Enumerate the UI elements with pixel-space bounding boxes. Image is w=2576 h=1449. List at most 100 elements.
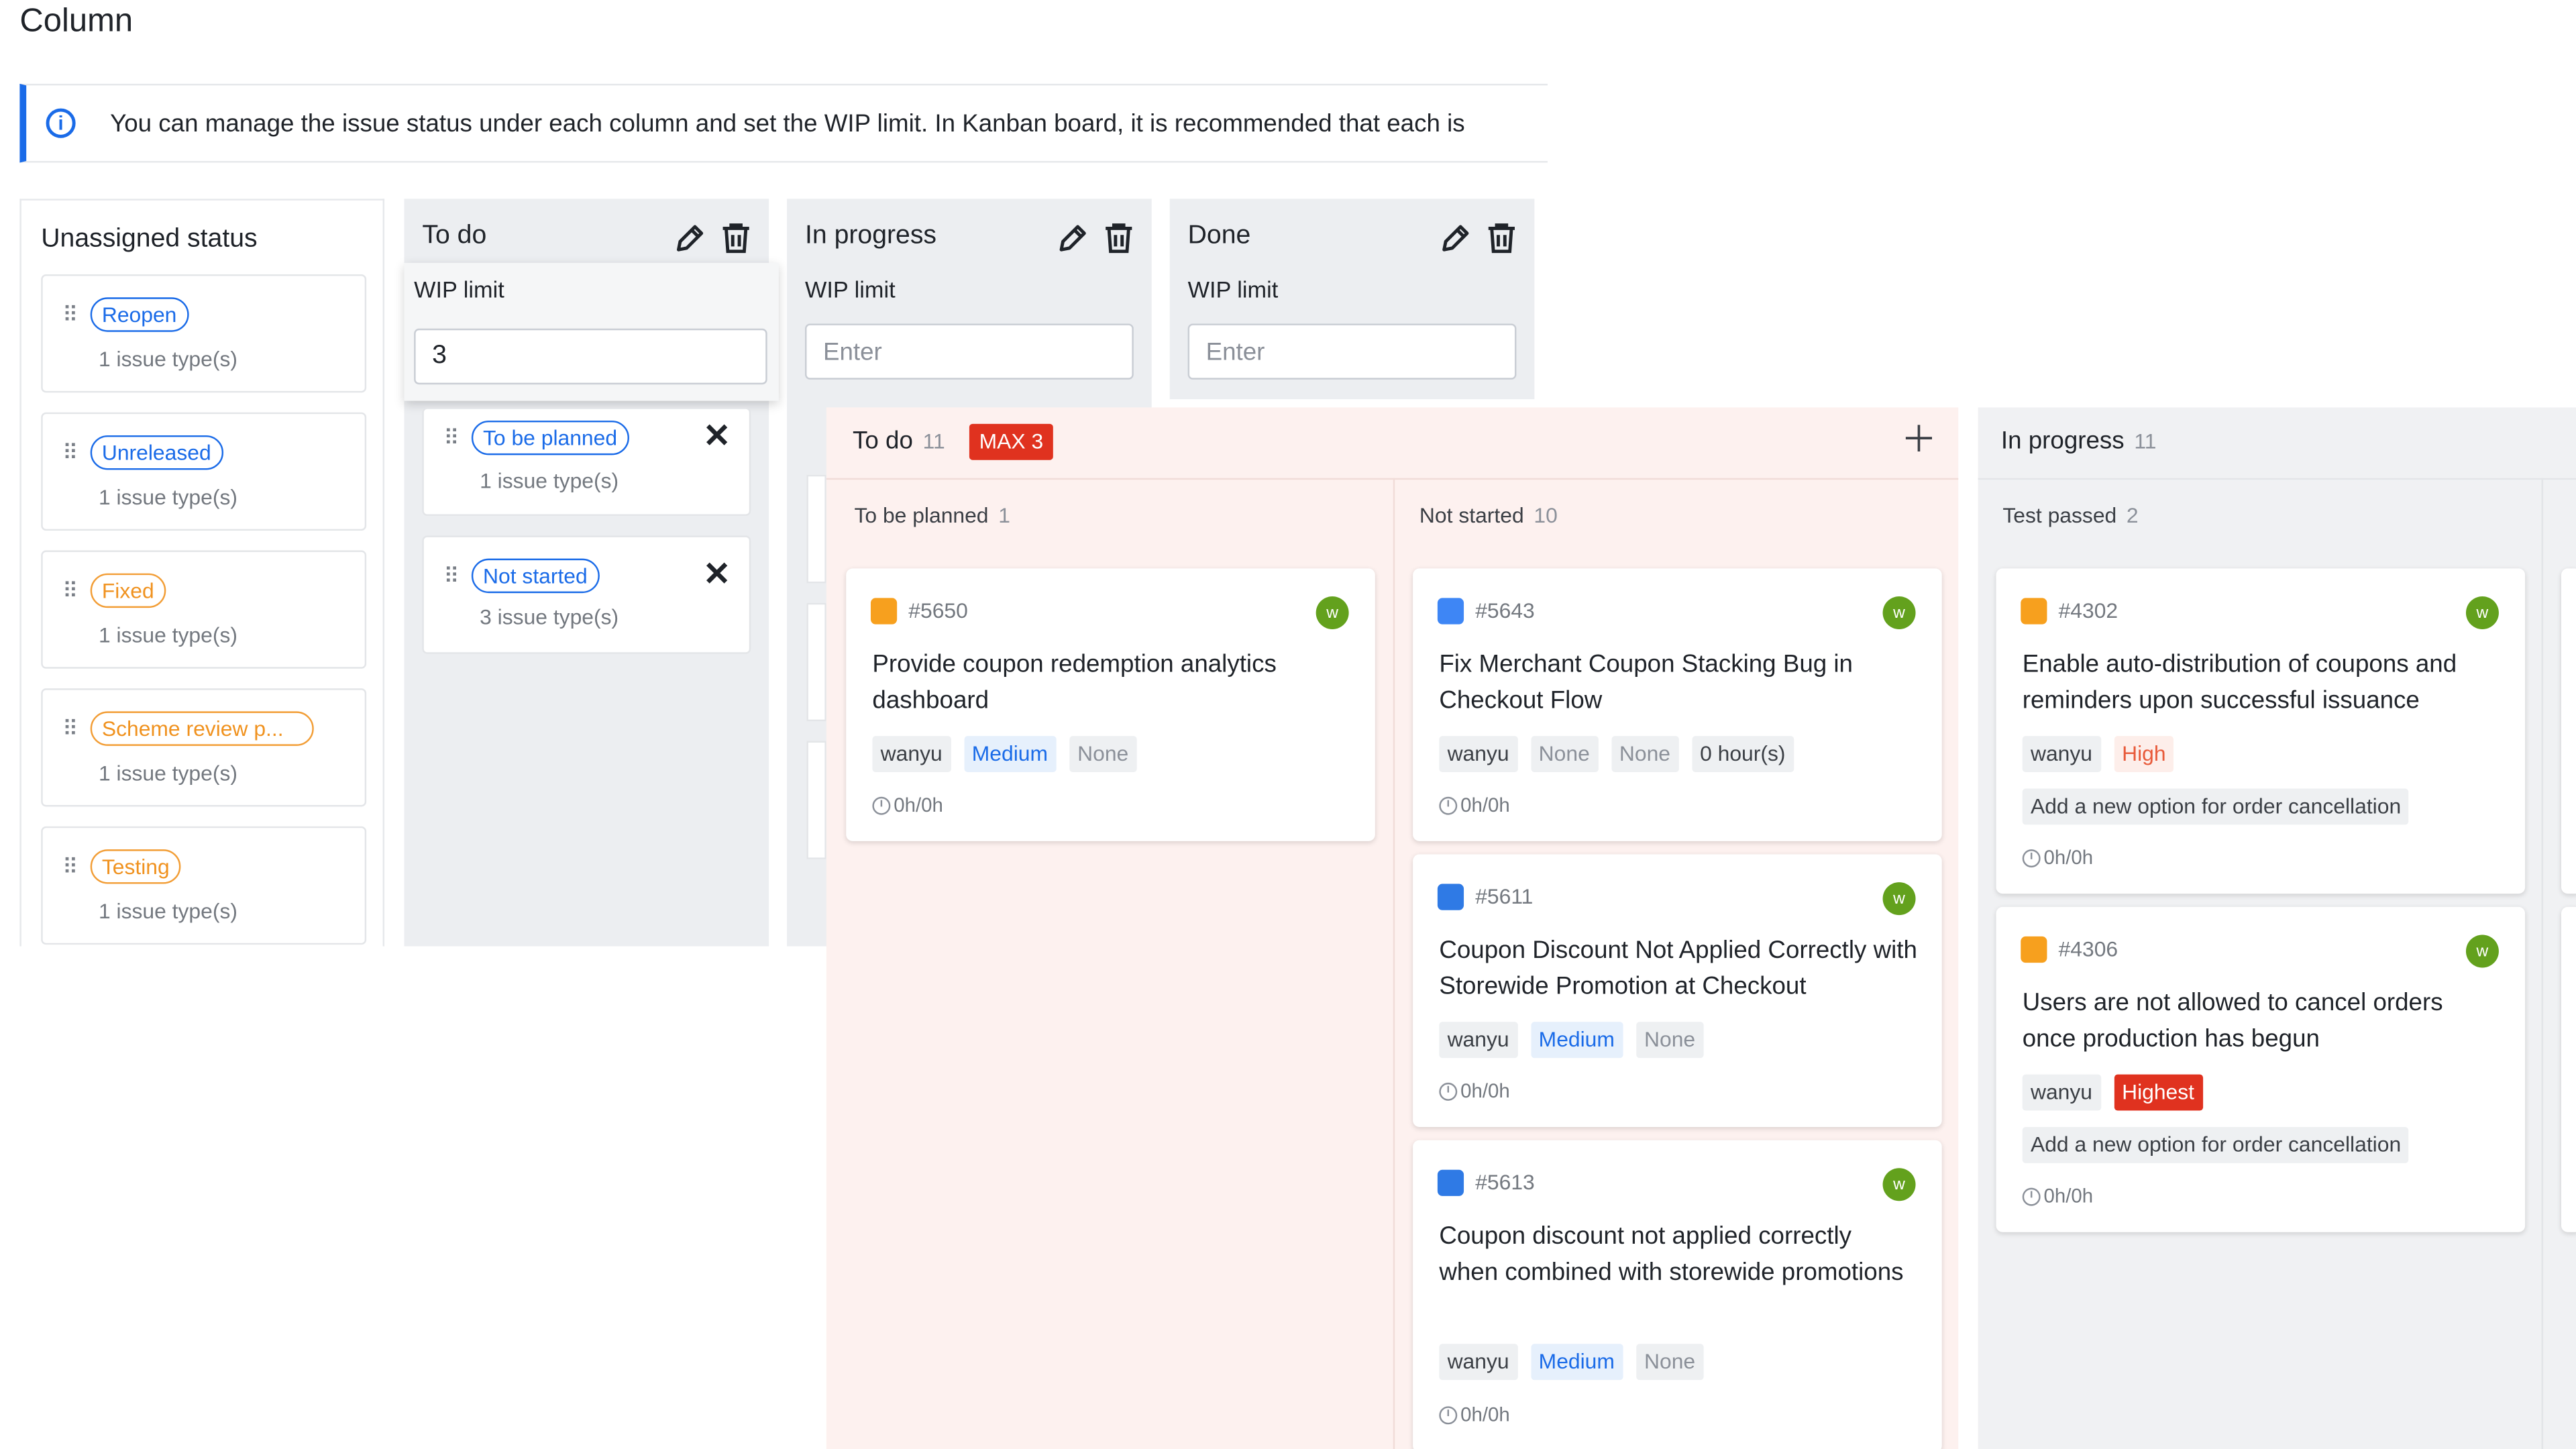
issue-title[interactable]: Fix Merchant Coupon Stacking Bug in Chec… [1439, 647, 1915, 720]
drag-handle-icon[interactable]: ⠿ [62, 304, 78, 325]
time-value: 0h/0h [1460, 1403, 1510, 1426]
drag-handle-icon[interactable]: ⠿ [443, 427, 459, 449]
column-title: In progress [805, 221, 937, 250]
status-card-reopen[interactable]: ⠿ Reopen 1 issue type(s) [41, 274, 367, 393]
clock-icon [1439, 1405, 1458, 1424]
time-tracking: 0h/0h [2022, 846, 2093, 869]
status-card-not-started[interactable]: ⠿ Not started ✕ 3 issue type(s) [422, 535, 751, 654]
wip-limit-input-todo[interactable]: 3 [414, 328, 767, 385]
wip-limit-input-done[interactable]: Enter [1187, 323, 1517, 380]
time-tracking: 0h/0h [1439, 1079, 1510, 1102]
clock-icon [1439, 1081, 1458, 1100]
lane-count: 10 [1534, 502, 1558, 528]
priority-tag: High [2113, 736, 2174, 773]
lane-title: Test passed [2002, 502, 2117, 528]
issue-card[interactable]: #5643 w Fix Merchant Coupon Stacking Bug… [1413, 568, 1942, 841]
avatar[interactable]: w [2465, 934, 2499, 968]
info-banner: i You can manage the issue status under … [19, 83, 1548, 163]
field-tag: None [1635, 1344, 1704, 1381]
issue-id: #5643 [1475, 598, 1535, 623]
tag-row: wanyu Medium None [1439, 1344, 1704, 1381]
issue-title[interactable]: Coupon Discount Not Applied Correctly wi… [1439, 933, 1923, 1006]
drag-handle-icon[interactable]: ⠿ [443, 565, 459, 586]
priority-tag: Medium [1530, 1022, 1623, 1059]
wip-limit-input-inprogress[interactable]: Enter [805, 323, 1134, 380]
tag-row: Add a new option for order cancellation [2022, 788, 2410, 825]
add-icon[interactable]: ＋ [1900, 421, 1937, 458]
assignee-tag: wanyu [1439, 1344, 1517, 1381]
avatar[interactable]: w [1882, 1168, 1916, 1201]
avatar[interactable]: w [1316, 596, 1349, 629]
story-icon [2021, 936, 2047, 963]
avatar[interactable]: w [2465, 596, 2499, 629]
status-card-to-be-planned[interactable]: ⠿ To be planned ✕ 1 issue type(s) [422, 407, 751, 516]
assignee-tag: wanyu [2022, 1074, 2101, 1111]
lane-title: To be planned [854, 502, 989, 528]
status-pill: Fixed [90, 573, 166, 608]
avatar[interactable]: w [1882, 882, 1916, 916]
status-pill: Scheme review p... [90, 711, 314, 746]
column-settings-page: Column i You can manage the issue status… [0, 0, 2576, 1449]
status-pill: Testing [90, 849, 181, 884]
lane-title: Not started [1419, 502, 1524, 528]
lane-count: 2 [2126, 502, 2139, 528]
edit-icon[interactable] [1439, 222, 1472, 255]
clock-icon [872, 796, 891, 814]
status-card-peek [806, 474, 826, 584]
time-tracking: 0h/0h [1439, 794, 1510, 816]
drag-handle-icon[interactable]: ⠿ [62, 718, 78, 739]
remove-icon[interactable]: ✕ [703, 421, 731, 453]
info-text: You can manage the issue status under ea… [110, 109, 1465, 138]
tag-row: Add a new option for order cancellation [2022, 1127, 2410, 1163]
status-card-unreleased[interactable]: ⠿ Unreleased 1 issue type(s) [41, 412, 367, 531]
column-config-done: Done WIP limit Enter [1169, 199, 1535, 400]
page-title: Column [19, 3, 133, 40]
drag-handle-icon[interactable]: ⠿ [62, 856, 78, 877]
issue-card[interactable]: #4302 w Enable auto-distribution of coup… [1996, 568, 2526, 894]
status-pill: To be planned [471, 420, 629, 455]
status-card-scheme-review[interactable]: ⠿ Scheme review p... 1 issue type(s) [41, 688, 367, 807]
issue-title[interactable]: Coupon discount not applied correctly wh… [1439, 1219, 1907, 1291]
wip-limit-label: WIP limit [1187, 276, 1279, 303]
delete-icon[interactable] [1104, 222, 1134, 255]
status-card-fixed[interactable]: ⠿ Fixed 1 issue type(s) [41, 550, 367, 669]
time-value: 0h/0h [894, 793, 943, 817]
kanban-column-name: To do [853, 427, 913, 455]
edit-icon[interactable] [1057, 222, 1089, 255]
tag-row: wanyu Medium None [1439, 1022, 1704, 1059]
divider [1978, 478, 2576, 480]
field-tag: None [1530, 736, 1599, 773]
issue-type-count: 1 issue type(s) [98, 484, 237, 510]
clock-icon [2022, 1187, 2041, 1205]
clock-icon [1439, 796, 1458, 814]
issue-card-peek [2561, 568, 2576, 894]
task-icon [1437, 598, 1464, 625]
divider [2541, 478, 2544, 1449]
drag-handle-icon[interactable]: ⠿ [62, 580, 78, 601]
priority-tag: Medium [963, 736, 1057, 773]
priority-tag: Medium [1530, 1344, 1623, 1381]
avatar[interactable]: w [1882, 596, 1916, 629]
field-tag: None [1611, 736, 1679, 773]
issue-id: #4306 [2058, 936, 2118, 961]
issue-type-count: 1 issue type(s) [98, 346, 237, 372]
status-card-testing[interactable]: ⠿ Testing 1 issue type(s) [41, 826, 367, 945]
tag-row: wanyu Highest [2022, 1074, 2203, 1111]
assignee-tag: wanyu [1439, 1022, 1517, 1059]
unassigned-title: Unassigned status [41, 225, 258, 254]
issue-card[interactable]: #5611 w Coupon Discount Not Applied Corr… [1413, 854, 1942, 1128]
issue-title[interactable]: Provide coupon redemption analytics dash… [872, 647, 1348, 720]
delete-icon[interactable] [1487, 222, 1516, 255]
issue-card[interactable]: #4306 w Users are not allowed to cancel … [1996, 906, 2526, 1232]
edit-icon[interactable] [674, 222, 706, 255]
drag-handle-icon[interactable]: ⠿ [62, 442, 78, 464]
tag-row: wanyu High [2022, 736, 2174, 773]
issue-title[interactable]: Users are not allowed to cancel orders o… [2023, 985, 2491, 1058]
issue-card[interactable]: #5613 w Coupon discount not applied corr… [1413, 1140, 1942, 1449]
story-icon [870, 598, 898, 625]
issue-title[interactable]: Enable auto-distribution of coupons and … [2023, 647, 2502, 720]
delete-icon[interactable] [721, 222, 751, 255]
remove-icon[interactable]: ✕ [703, 559, 731, 592]
kanban-column-count: 11 [922, 429, 945, 453]
issue-card[interactable]: #5650 w Provide coupon redemption analyt… [846, 568, 1375, 841]
